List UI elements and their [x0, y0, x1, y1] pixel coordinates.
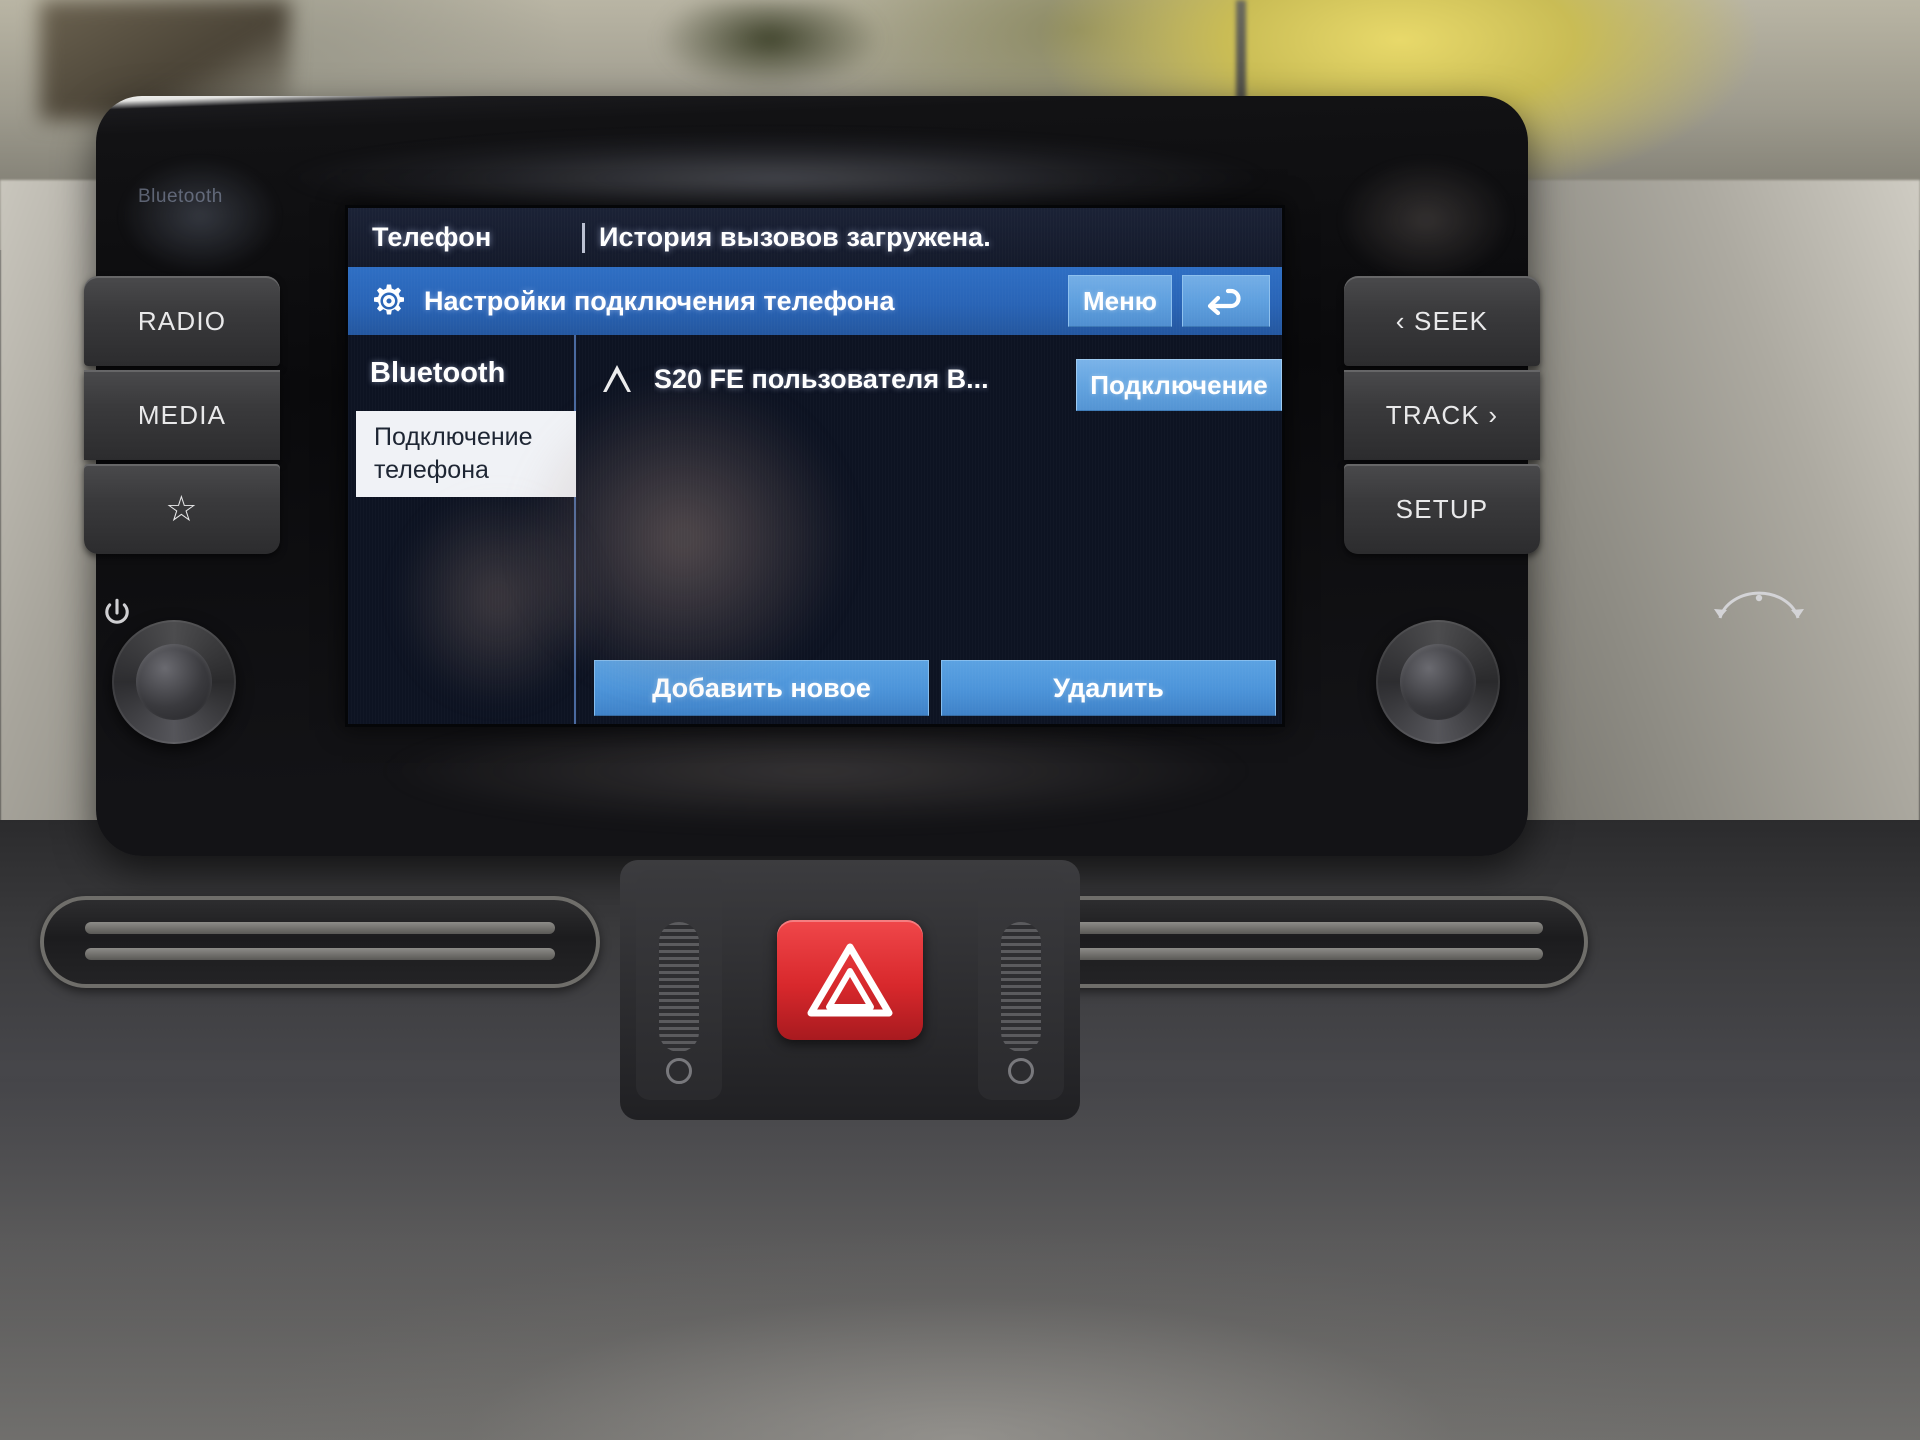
- sidebar-heading: Bluetooth: [370, 356, 506, 389]
- hazard-lights-button[interactable]: [777, 920, 923, 1040]
- bluetooth-sidebar: Bluetooth Подключение телефона: [348, 335, 576, 724]
- title-divider: [582, 222, 585, 253]
- air-vent-right: [1028, 896, 1588, 988]
- back-arrow-icon: [1207, 288, 1241, 316]
- setup-button[interactable]: SETUP: [1344, 464, 1540, 554]
- sidebar-item-label-line1: Подключение: [374, 423, 533, 451]
- center-console-highlight: [0, 1080, 1920, 1440]
- add-new-button[interactable]: Добавить новое: [594, 660, 929, 716]
- screenshot-stage: Bluetooth RADIO MEDIA ☆ ‹ SEEK TRACK › S…: [0, 0, 1920, 1440]
- track-button[interactable]: TRACK ›: [1344, 370, 1540, 460]
- tune-knob[interactable]: [1376, 620, 1500, 744]
- defog-right-knob[interactable]: [978, 870, 1064, 1100]
- radio-button[interactable]: RADIO: [84, 276, 280, 366]
- favorites-star-button[interactable]: ☆: [84, 464, 280, 554]
- settings-title: Настройки подключения телефона: [424, 285, 895, 316]
- screen-title-bar: Телефон История вызовов загружена.: [348, 208, 1282, 267]
- infotainment-screen: Телефон История вызовов загружена. Настр…: [348, 208, 1282, 724]
- hazard-triangle-icon: [807, 943, 893, 1017]
- seek-button[interactable]: ‹ SEEK: [1344, 276, 1540, 366]
- android-auto-icon: [603, 365, 631, 392]
- hazard-control-panel: [620, 860, 1080, 1120]
- status-message: История вызовов загружена.: [599, 222, 991, 252]
- screen-content: Bluetooth Подключение телефона S20 FE по…: [348, 335, 1282, 724]
- connect-button[interactable]: Подключение: [1076, 359, 1282, 411]
- device-name: S20 FE пользователя B...: [654, 363, 989, 394]
- bluetooth-badge: Bluetooth: [138, 186, 223, 207]
- right-button-column: ‹ SEEK TRACK › SETUP: [1344, 276, 1540, 554]
- media-button[interactable]: MEDIA: [84, 370, 280, 460]
- delete-button[interactable]: Удалить: [941, 660, 1276, 716]
- knob-face: [135, 643, 213, 721]
- bottom-action-bar: Добавить новое Удалить: [594, 660, 1276, 716]
- defog-left-knob[interactable]: [636, 870, 722, 1100]
- settings-header-bar: Настройки подключения телефона Меню: [348, 267, 1282, 335]
- tune-rotate-icon: [1714, 591, 1804, 619]
- gear-icon: [374, 284, 404, 315]
- knob-face-right: [1399, 643, 1477, 721]
- sidebar-item-label-line2: телефона: [374, 456, 489, 484]
- power-icon: [105, 598, 129, 624]
- back-button[interactable]: [1182, 275, 1270, 327]
- page-title: Телефон: [372, 222, 492, 252]
- power-volume-knob[interactable]: [112, 620, 236, 744]
- menu-button[interactable]: Меню: [1068, 275, 1172, 327]
- left-button-column: RADIO MEDIA ☆: [84, 276, 280, 554]
- sidebar-item-phone-connection[interactable]: Подключение телефона: [356, 411, 576, 497]
- air-vent-left: [40, 896, 600, 988]
- device-list-row[interactable]: S20 FE пользователя B... Подключение: [578, 351, 1282, 411]
